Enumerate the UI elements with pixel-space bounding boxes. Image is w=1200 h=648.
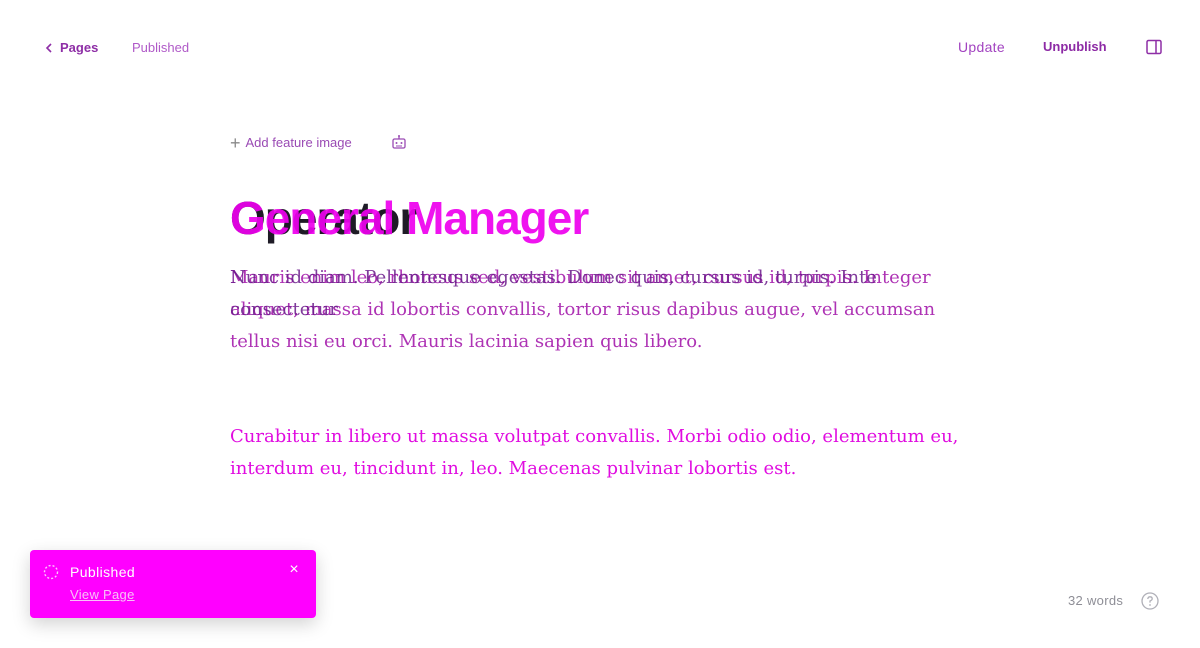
back-label: Pages (60, 40, 99, 55)
robot-icon[interactable] (391, 134, 407, 150)
spinner-icon (43, 564, 59, 580)
plus-icon: + (230, 132, 241, 153)
unpublish-button[interactable]: Unpublish (1043, 39, 1107, 54)
post-title-overlay: General Manager (230, 192, 589, 244)
update-button[interactable]: Update (958, 39, 1005, 55)
add-feature-image-button[interactable]: + Add feature image (230, 132, 352, 153)
help-icon[interactable] (1141, 592, 1159, 610)
sidebar-panel-icon[interactable] (1146, 39, 1162, 55)
publish-status: Published (132, 40, 190, 55)
view-page-link[interactable]: View Page (70, 587, 135, 602)
post-paragraph-2[interactable]: Curabitur in libero ut massa volutpat co… (230, 421, 975, 485)
close-icon[interactable]: × (286, 562, 302, 578)
back-to-pages-link[interactable]: Pages (44, 40, 98, 55)
toast-title: Published (70, 564, 136, 580)
add-feature-image-label: Add feature image (245, 135, 352, 150)
word-count: 32 words (1068, 593, 1124, 608)
post-paragraph-overlay: Nunc id diam. Pellentesque egestas. Done… (230, 267, 877, 320)
published-toast: Published View Page × (30, 550, 316, 618)
chevron-left-icon (45, 42, 52, 53)
